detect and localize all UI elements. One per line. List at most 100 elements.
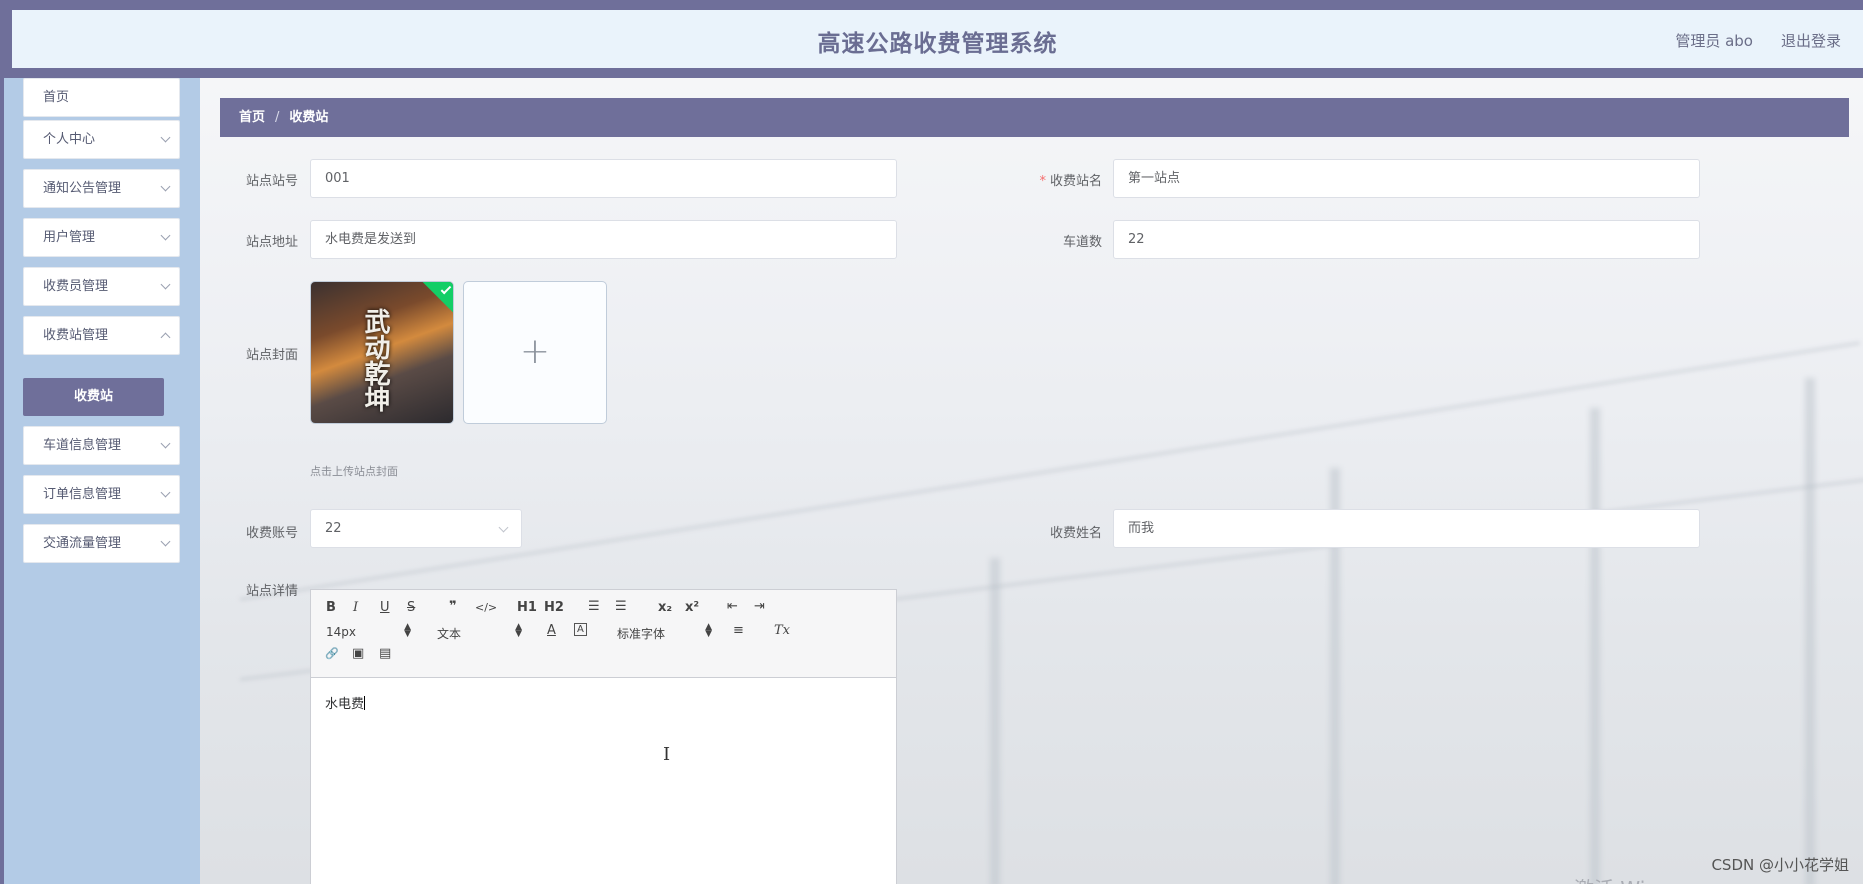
strike-button[interactable]: S	[407, 600, 415, 615]
rich-text-editor: B I U S ❞ </> H1 H2 ☰ ☰ x₂ x² ⇤ ⇥ 14px ▲ ▼…	[310, 589, 897, 884]
sidebar-item-traffic[interactable]: 交通流量管理	[23, 524, 180, 563]
outdent-button[interactable]: ⇤	[727, 599, 738, 614]
link-icon[interactable]: 🔗	[325, 647, 339, 660]
sidebar-item-label: 车道信息管理	[43, 438, 122, 453]
chevron-down-icon	[160, 487, 171, 498]
align-button[interactable]: ≡	[733, 623, 744, 638]
sidebar-subitem-station[interactable]: 收费站	[23, 378, 164, 416]
chevron-down-icon	[160, 181, 171, 192]
upload-add-button[interactable]: +	[463, 281, 607, 424]
video-icon[interactable]: ▤	[379, 646, 391, 661]
bold-button[interactable]: B	[326, 600, 336, 615]
chevron-down-icon	[160, 132, 171, 143]
editor-text: 水电费	[325, 697, 365, 712]
sidebar-item-lanes[interactable]: 车道信息管理	[23, 426, 180, 465]
italic-button[interactable]: I	[353, 600, 358, 615]
sidebar-item-notice[interactable]: 通知公告管理	[23, 169, 180, 208]
editor-content[interactable]: 水电费	[325, 693, 366, 712]
clean-format-button[interactable]: Tx	[774, 623, 790, 638]
sidebar-item-stations[interactable]: 收费站管理	[23, 316, 180, 355]
current-user-label: 管理员 abo	[1675, 32, 1753, 50]
image-icon[interactable]: ▣	[352, 646, 364, 661]
blockquote-button[interactable]: ❞	[449, 599, 457, 614]
breadcrumb: 首页 / 收费站	[220, 98, 1849, 137]
bullet-list-button[interactable]: ☰	[615, 599, 627, 614]
header-1-button[interactable]: H1	[517, 600, 537, 615]
toll-account-select[interactable]: 22	[310, 509, 522, 548]
station-name-input[interactable]: 第一站点	[1113, 159, 1700, 198]
station-details-label: 站点详情	[245, 584, 298, 599]
chevron-down-icon	[160, 279, 171, 290]
sidebar-item-label: 交通流量管理	[43, 536, 122, 551]
sidebar-item-label: 订单信息管理	[43, 487, 122, 502]
text-caret	[364, 696, 366, 710]
required-mark: *	[1039, 174, 1046, 189]
plus-icon: +	[519, 331, 551, 372]
indent-button[interactable]: ⇥	[754, 599, 765, 614]
toll-account-value: 22	[325, 521, 342, 536]
check-icon	[421, 282, 453, 314]
station-name-label: * 收费站名	[1020, 170, 1102, 189]
select-arrows-icon: ▲ ▼	[515, 622, 522, 639]
font-color-button[interactable]: A	[547, 623, 556, 638]
text-format-value: 文本	[437, 627, 462, 641]
sidebar-item-label: 收费站管理	[43, 328, 109, 343]
font-family-select[interactable]: 标准字体 ▲ ▼	[617, 622, 712, 642]
sidebar-item-label: 通知公告管理	[43, 181, 122, 196]
lane-count-input[interactable]: 22	[1113, 220, 1700, 259]
chevron-down-icon	[498, 522, 509, 533]
underline-button[interactable]: U	[380, 600, 390, 615]
superscript-button[interactable]: x²	[685, 600, 699, 615]
sidebar-item-label: 收费员管理	[43, 279, 109, 294]
csdn-watermark: CSDN @小小花学姐	[1711, 856, 1849, 874]
activate-windows-text: 激活 Win	[1574, 873, 1658, 884]
upload-tip: 点击上传站点封面	[310, 465, 398, 478]
top-accent-bar	[0, 0, 1863, 10]
font-size-select[interactable]: 14px ▲ ▼	[326, 622, 411, 640]
chevron-down-icon	[160, 438, 171, 449]
editor-toolbar: B I U S ❞ </> H1 H2 ☰ ☰ x₂ x² ⇤ ⇥ 14px ▲ ▼…	[311, 590, 896, 678]
breadcrumb-current: 收费站	[289, 110, 329, 125]
chevron-down-icon	[160, 332, 171, 343]
sidebar-item-orders[interactable]: 订单信息管理	[23, 475, 180, 514]
toll-name-label: 收费姓名	[1049, 526, 1102, 541]
background-color-button[interactable]: A	[574, 623, 587, 636]
lane-count-label: 车道数	[1062, 235, 1102, 250]
sidebar-item-users[interactable]: 用户管理	[23, 218, 180, 257]
station-name-label-text: 收费站名	[1049, 174, 1102, 189]
sidebar-item-label: 用户管理	[43, 230, 96, 245]
app-title: 高速公路收费管理系统	[817, 31, 1058, 57]
toll-account-label: 收费账号	[245, 526, 298, 541]
select-arrows-icon: ▲ ▼	[705, 622, 712, 639]
background-fence-post	[1805, 378, 1815, 884]
code-block-button[interactable]: </>	[475, 601, 497, 614]
sidebar-item-personal-center[interactable]: 个人中心	[23, 120, 180, 159]
sidebar-item-collectors[interactable]: 收费员管理	[23, 267, 180, 306]
select-arrows-icon: ▲ ▼	[404, 622, 411, 639]
header-2-button[interactable]: H2	[544, 600, 564, 615]
station-cover-thumbnail[interactable]: 武动乾坤	[310, 281, 454, 424]
station-no-input[interactable]: 001	[310, 159, 897, 198]
background-fence-post	[1590, 408, 1600, 884]
font-size-value: 14px	[326, 625, 356, 639]
ordered-list-button[interactable]: ☰	[588, 599, 600, 614]
breadcrumb-home[interactable]: 首页	[239, 110, 265, 125]
chevron-down-icon	[160, 230, 171, 241]
station-address-input[interactable]: 水电费是发送到	[310, 220, 897, 259]
logout-link[interactable]: 退出登录	[1781, 30, 1841, 51]
station-no-label: 站点站号	[245, 174, 298, 189]
subscript-button[interactable]: x₂	[658, 600, 672, 615]
text-format-select[interactable]: 文本 ▲ ▼	[437, 622, 522, 642]
i-beam-cursor-icon: I	[663, 744, 671, 765]
station-cover-label: 站点封面	[245, 348, 298, 363]
breadcrumb-separator: /	[275, 110, 280, 125]
cover-thumb-text: 武动乾坤	[360, 308, 390, 412]
sidebar-item-label: 个人中心	[43, 132, 96, 147]
sidebar-item-home[interactable]: 首页	[23, 78, 180, 117]
chevron-down-icon	[160, 536, 171, 547]
sidebar-item-label: 首页	[43, 90, 70, 105]
app-header: 高速公路收费管理系统 管理员 abo 退出登录	[0, 10, 1863, 78]
toll-name-input[interactable]: 而我	[1113, 509, 1700, 548]
font-family-value: 标准字体	[617, 627, 666, 641]
sidebar: 首页 个人中心 通知公告管理 用户管理 收费员管理 收费站管理 车道信息管理 订…	[0, 78, 200, 884]
